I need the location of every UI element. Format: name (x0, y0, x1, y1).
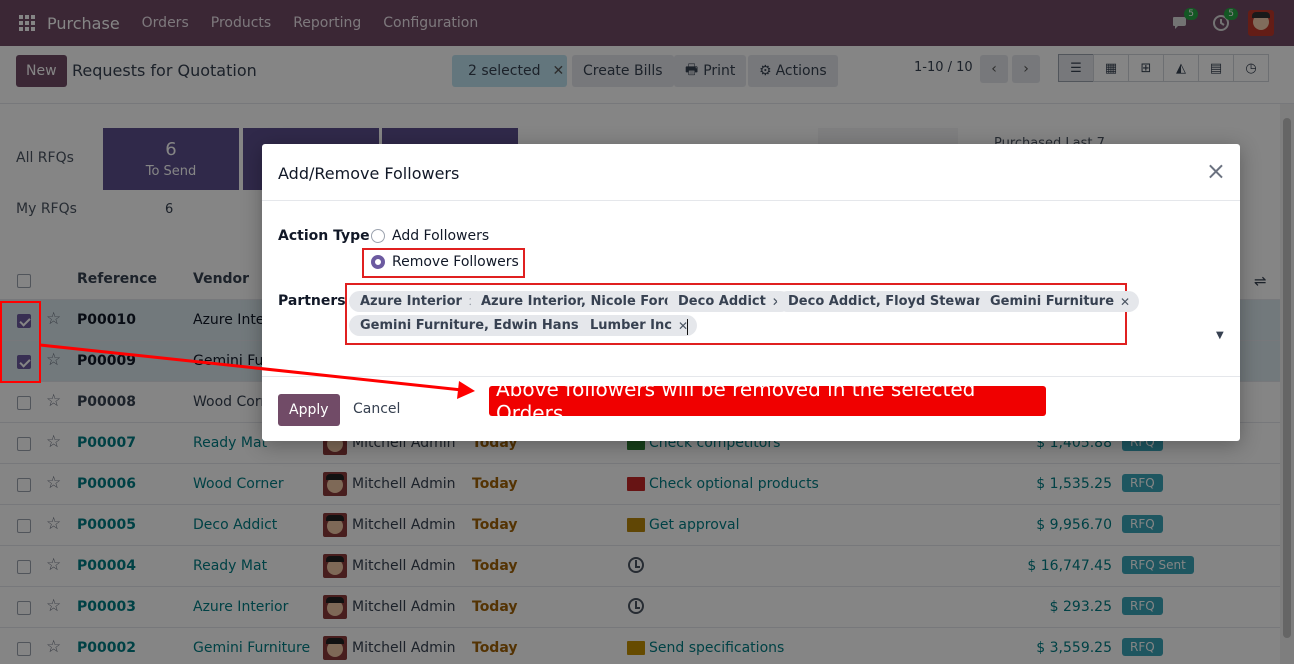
partner-tag: Azure Interior, Nicole Ford✕ (470, 291, 699, 312)
cancel-button[interactable]: Cancel (353, 401, 400, 417)
partner-tag-label: Deco Addict (678, 294, 766, 309)
partners-input-cursor[interactable] (687, 319, 688, 335)
remove-tag-icon[interactable]: ✕ (1120, 295, 1130, 309)
partner-tag-label: Azure Interior, Nicole Ford (481, 294, 674, 309)
partner-tag-label: Deco Addict, Floyd Steward (788, 294, 991, 309)
annotation-callout: Above followers will be removed in the s… (489, 377, 1046, 425)
partner-tag-label: Azure Interior (360, 294, 462, 309)
apply-button[interactable]: Apply (278, 394, 340, 426)
selected-rows-highlight (0, 301, 41, 383)
partner-tag-label: Lumber Inc (590, 318, 672, 333)
partner-tag: Lumber Inc ✕ (579, 315, 698, 336)
add-followers-radio[interactable] (371, 229, 385, 243)
action-type-label: Action Type (278, 228, 370, 244)
add-followers-label[interactable]: Add Followers (392, 228, 489, 244)
partner-tag-label: Gemini Furniture, Edwin Hansen (360, 318, 597, 333)
close-icon[interactable]: × (1206, 157, 1226, 185)
dialog-title: Add/Remove Followers (278, 164, 460, 183)
partner-tag: Deco Addict✕ (667, 291, 791, 312)
dialog-header: Add/Remove Followers × (262, 144, 1240, 201)
remove-followers-radio[interactable] (371, 255, 385, 269)
partner-tag: Gemini Furniture ✕ (979, 291, 1140, 312)
partners-label: Partners (278, 293, 346, 309)
partner-tag-label: Gemini Furniture (990, 294, 1115, 309)
partner-tag: Azure Interior✕ (349, 291, 488, 312)
remove-followers-label[interactable]: Remove Followers (392, 254, 519, 270)
chevron-down-icon[interactable]: ▼ (1216, 330, 1224, 341)
